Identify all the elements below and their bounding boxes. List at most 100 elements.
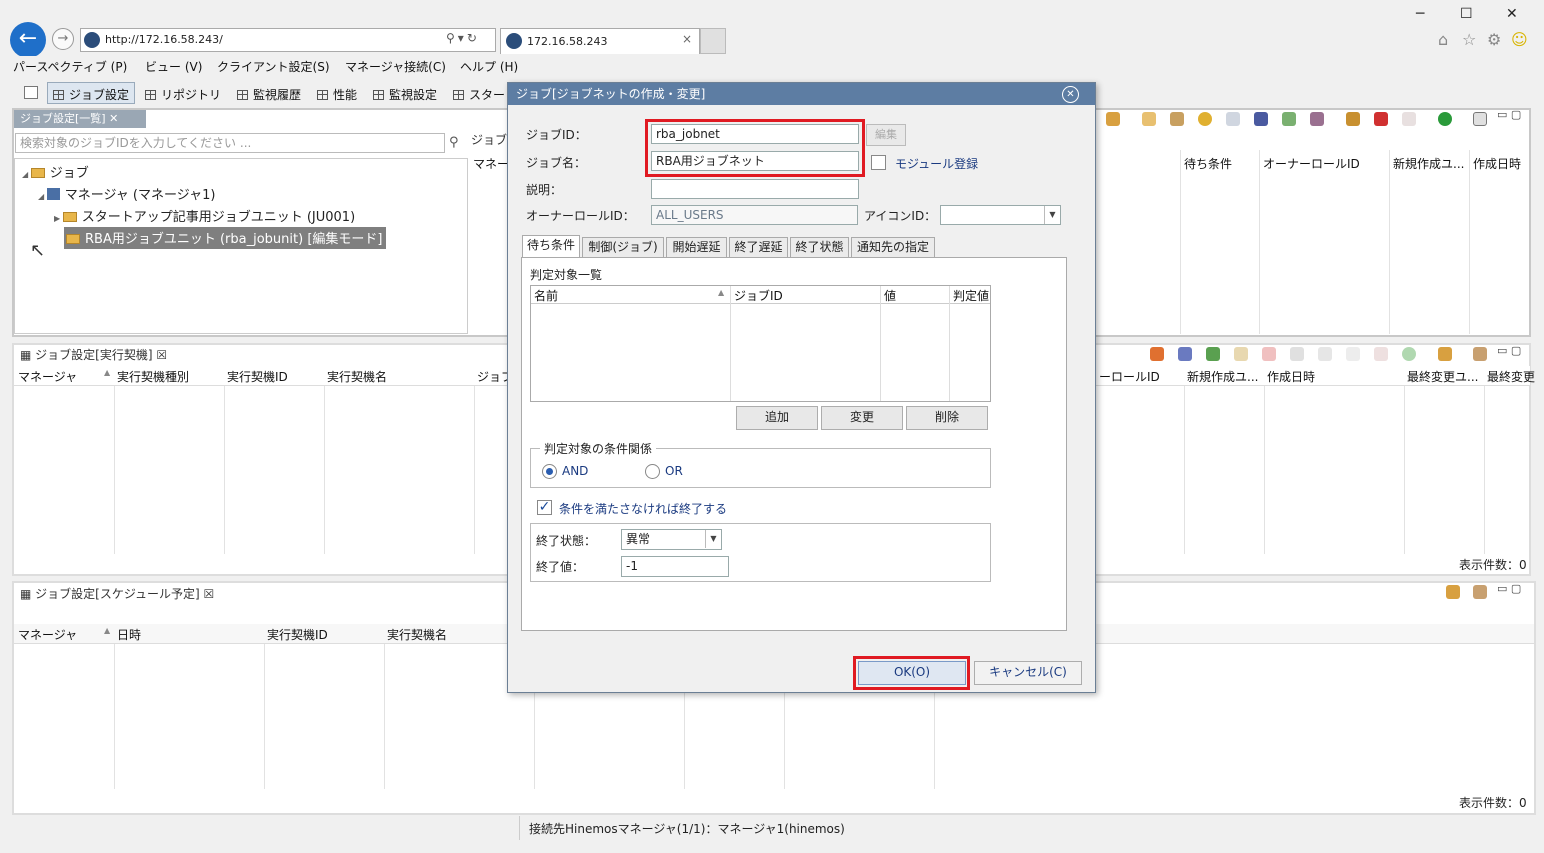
open-perspective-icon[interactable] [24, 86, 38, 99]
column-trigger-id[interactable]: 実行契機ID [267, 626, 328, 643]
column-manager[interactable]: マネージャ [18, 626, 77, 643]
run-icon[interactable] [1402, 347, 1416, 361]
pencil-icon[interactable] [1234, 347, 1248, 361]
close-window-button[interactable]: ✕ [1506, 6, 1518, 22]
role-icon[interactable] [1254, 112, 1268, 126]
menu-manager-connection[interactable]: マネージャ接続(C) [345, 58, 446, 75]
tab-end-delay[interactable]: 終了遅延 [729, 237, 788, 257]
enable-icon[interactable] [1318, 347, 1332, 361]
dialog-close-icon[interactable]: ✕ [1062, 86, 1079, 103]
or-radio[interactable] [645, 464, 660, 479]
search-icon[interactable]: ⚲ [449, 135, 459, 150]
tree-jobunit-rba[interactable]: RBA用ジョブユニット (rba_jobunit) [編集モード] [64, 227, 387, 249]
home-icon[interactable]: ⌂ [1438, 30, 1448, 49]
minimize-button[interactable]: ─ [1416, 6, 1424, 22]
maximize-button[interactable]: ☐ [1460, 6, 1473, 22]
perspective-performance[interactable]: 性能 [317, 86, 357, 103]
tab-schedule[interactable]: ▦ ジョブ設定[スケジュール予定] ☒ [20, 585, 214, 602]
column-manager-truncated[interactable]: マネー [473, 155, 509, 172]
minimize-view-icon[interactable]: ▭ ▢ [1497, 108, 1521, 121]
column-wait-condition[interactable]: 待ち条件 [1184, 155, 1232, 172]
column-trigger-name[interactable]: 実行契機名 [387, 626, 447, 643]
link-icon[interactable] [1310, 112, 1324, 126]
tree-manager[interactable]: ◢ マネージャ (マネージャ1) [38, 184, 215, 203]
column-modified-date[interactable]: 最終変更 [1487, 368, 1535, 385]
column-judge-value[interactable]: 判定値 [953, 287, 989, 304]
chevron-down-icon[interactable]: ▼ [1044, 206, 1060, 224]
disable-icon[interactable] [1346, 347, 1360, 361]
refresh-icon[interactable] [1446, 585, 1460, 599]
column-owner-role[interactable]: ーロールID [1099, 368, 1160, 385]
delete-icon[interactable] [1374, 112, 1388, 126]
tree-toggle-icon[interactable] [1473, 112, 1487, 126]
tab-control-job[interactable]: 制御(ジョブ) [582, 237, 664, 257]
grid-icon[interactable] [1170, 112, 1184, 126]
column-value[interactable]: 値 [884, 287, 896, 304]
tab-job-list[interactable]: ジョブ設定[一覧] ✕ [14, 110, 146, 128]
column-trigger-id[interactable]: 実行契機ID [227, 368, 288, 385]
add-button[interactable]: 追加 [736, 406, 818, 430]
menu-client-settings[interactable]: クライアント設定(S) [217, 58, 330, 75]
perspective-job-settings[interactable]: ジョブ設定 [53, 86, 129, 103]
refresh-icon[interactable] [1438, 347, 1452, 361]
close-icon[interactable]: ☒ [156, 348, 167, 362]
icon-id-select[interactable] [940, 205, 1061, 225]
and-radio[interactable] [542, 464, 557, 479]
menu-help[interactable]: ヘルプ (H) [460, 58, 518, 75]
modify-button[interactable]: 変更 [821, 406, 903, 430]
tab-notification[interactable]: 通知先の指定 [851, 237, 935, 257]
delete-button[interactable]: 削除 [906, 406, 988, 430]
circle-icon[interactable] [1198, 112, 1212, 126]
add-trigger-icon[interactable] [1150, 347, 1164, 361]
close-icon[interactable]: ☒ [204, 587, 215, 601]
chevron-down-icon[interactable]: ▼ [705, 530, 721, 548]
favorites-icon[interactable]: ☆ [1462, 30, 1476, 49]
check-icon[interactable] [1282, 112, 1296, 126]
tab-trigger[interactable]: ▦ ジョブ設定[実行契機] ☒ [20, 346, 167, 363]
perspective-monitor-history[interactable]: 監視履歴 [237, 86, 301, 103]
address-bar[interactable]: http://172.16.58.243/ [80, 28, 496, 52]
column-trigger-name[interactable]: 実行契機名 [327, 368, 387, 385]
feedback-icon[interactable]: ☺ [1511, 30, 1528, 49]
tree-jobunit-ju001[interactable]: ▶ スタートアップ記事用ジョブユニット (JU001) [54, 206, 355, 225]
module-register-checkbox[interactable] [871, 155, 886, 170]
filter-icon[interactable] [1473, 585, 1487, 599]
end-if-unmet-checkbox[interactable]: ✓ [537, 500, 552, 515]
document-icon[interactable] [1226, 112, 1240, 126]
tab-wait-condition[interactable]: 待ち条件 [522, 235, 580, 257]
column-created-date[interactable]: 作成日時 [1473, 155, 1521, 172]
delete-icon[interactable] [1262, 347, 1276, 361]
close-icon[interactable]: ✕ [109, 112, 118, 125]
forward-button[interactable]: → [52, 28, 74, 50]
perspective-repository[interactable]: リポジトリ [145, 86, 221, 103]
eraser-icon[interactable] [1402, 112, 1416, 126]
new-tab-button[interactable] [700, 28, 726, 54]
job-search-input[interactable]: 検索対象のジョブIDを入力してください ... [15, 133, 445, 153]
settings-icon[interactable]: ⚙ [1487, 30, 1501, 49]
end-value-field[interactable]: -1 [621, 556, 729, 577]
tab-job-detail[interactable]: ジョブ [471, 131, 507, 148]
file-trigger-icon[interactable] [1178, 347, 1192, 361]
schedule-trigger-icon[interactable] [1206, 347, 1220, 361]
refresh-icon[interactable] [1106, 112, 1120, 126]
tab-start-delay[interactable]: 開始遅延 [666, 237, 727, 257]
column-job-id[interactable]: ジョブID [734, 287, 783, 304]
browser-tab[interactable]: 172.16.58.243 [500, 28, 700, 54]
column-manager[interactable]: マネージャ [18, 368, 77, 385]
perspective-startup[interactable]: スター [453, 86, 505, 103]
column-created-user[interactable]: 新規作成ユ... [1187, 368, 1258, 385]
column-datetime[interactable]: 日時 [117, 626, 141, 643]
edit-button[interactable]: 編集 [866, 124, 906, 146]
column-created-date[interactable]: 作成日時 [1267, 368, 1315, 385]
search-refresh-icon[interactable]: ⚲▾↻ [446, 31, 480, 45]
pencil-icon[interactable] [1346, 112, 1360, 126]
run-icon[interactable] [1438, 112, 1452, 126]
perspective-monitor-settings[interactable]: 監視設定 [373, 86, 437, 103]
back-button[interactable]: ← [10, 22, 46, 58]
tree-root-job[interactable]: ◢ ジョブ [22, 162, 89, 181]
cancel-button[interactable]: キャンセル(C) [974, 661, 1082, 685]
copy-icon[interactable] [1290, 347, 1304, 361]
tab-close-icon[interactable]: × [682, 32, 692, 46]
column-modified-user[interactable]: 最終変更ユ... [1407, 368, 1478, 385]
column-name[interactable]: 名前 [534, 287, 558, 304]
